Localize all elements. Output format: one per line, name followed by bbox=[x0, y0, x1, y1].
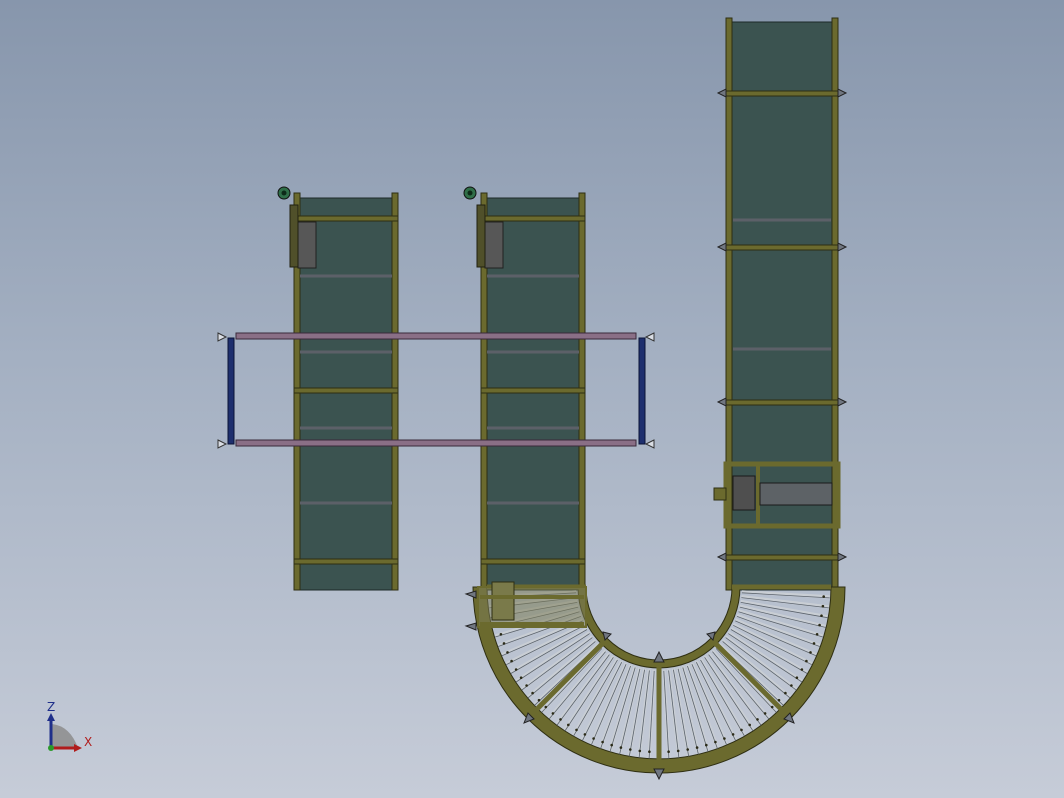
roller-end-dot bbox=[499, 633, 503, 636]
roller-end-dot bbox=[731, 733, 735, 736]
roller-end-dot bbox=[818, 623, 821, 627]
rod-bottom bbox=[235, 439, 637, 447]
roller-end-dot bbox=[815, 633, 819, 636]
connecting-rods bbox=[217, 332, 655, 449]
roller-end-dot bbox=[763, 712, 767, 715]
z-axis-label: Z bbox=[47, 700, 55, 714]
roller-end-dot bbox=[506, 651, 509, 654]
roller-end-dot bbox=[784, 691, 787, 695]
cad-viewport[interactable]: Z X bbox=[0, 0, 1064, 798]
roller-end-dot bbox=[790, 684, 793, 687]
roller-end-dot bbox=[559, 718, 562, 721]
roller-end-dot bbox=[667, 750, 670, 753]
roller-end-dot bbox=[740, 728, 743, 732]
middle-cross-bar-middle bbox=[480, 387, 586, 394]
roller-end-dot bbox=[537, 698, 541, 702]
roller-end-dot bbox=[777, 698, 781, 702]
roller-end-dot bbox=[592, 737, 595, 740]
roller-end-dot bbox=[812, 642, 816, 645]
curved-roller-conveyor bbox=[464, 581, 846, 781]
roller-end-dot bbox=[648, 750, 651, 753]
roller-end-dot bbox=[567, 723, 570, 727]
roller-end-dot bbox=[544, 705, 548, 709]
roller-end-dot bbox=[638, 749, 642, 753]
roller-end-dot bbox=[551, 712, 555, 715]
roller-end-dot bbox=[531, 691, 534, 695]
roller-end-dot bbox=[770, 705, 774, 709]
roller-end-dot bbox=[629, 748, 632, 751]
roller-end-dot bbox=[756, 718, 759, 721]
rod-top bbox=[235, 332, 637, 340]
roller bbox=[741, 590, 830, 599]
left-drive-housing bbox=[297, 221, 317, 269]
roller-end-dot bbox=[748, 723, 751, 727]
strut-right bbox=[638, 337, 646, 445]
left-belt-conveyor bbox=[277, 186, 399, 591]
right-belt-conveyor bbox=[713, 17, 848, 591]
roller-end-dot bbox=[820, 614, 823, 617]
roller-end-dot bbox=[525, 684, 528, 687]
roller-end-dot bbox=[686, 748, 689, 751]
left-cross-bar-bottom bbox=[293, 558, 399, 565]
strut-left bbox=[227, 337, 235, 445]
roller-end-dot bbox=[723, 737, 726, 740]
roller-end-dot bbox=[601, 740, 604, 744]
roller-end-dot bbox=[795, 676, 799, 679]
roller-end-dot bbox=[502, 642, 506, 645]
roller-end-dot bbox=[695, 746, 699, 749]
roller-end-dot bbox=[821, 604, 825, 608]
x-axis-arrow-icon bbox=[74, 744, 82, 752]
orientation-triad: Z X bbox=[47, 700, 92, 752]
z-axis-arrow-icon bbox=[47, 713, 55, 721]
roller-end-dot bbox=[714, 740, 717, 744]
roller-end-dot bbox=[610, 743, 613, 747]
middle-drive-bracket bbox=[476, 204, 486, 268]
roller-end-dot bbox=[575, 728, 578, 732]
roller-end-dot bbox=[805, 659, 808, 663]
x-axis-label: X bbox=[84, 735, 92, 749]
middle-cross-bar-top bbox=[480, 215, 586, 222]
left-cross-bar-top bbox=[293, 215, 399, 222]
roller-end-dot bbox=[519, 676, 523, 679]
conveyor-assembly-drawing bbox=[217, 17, 848, 781]
roller-end-dot bbox=[583, 733, 587, 736]
roller-end-dot bbox=[514, 668, 518, 671]
roller-end-dot bbox=[822, 595, 825, 598]
roller-end-dot bbox=[705, 743, 708, 747]
middle-drive-housing bbox=[484, 221, 504, 269]
roller-end-dot bbox=[800, 668, 804, 671]
left-cross-bar-middle bbox=[293, 387, 399, 394]
roller-end-dot bbox=[510, 659, 513, 663]
roller-end-dot bbox=[809, 651, 812, 654]
roller-end-dot bbox=[619, 746, 623, 749]
transfer-plate bbox=[477, 581, 587, 628]
rod-end-clamps bbox=[217, 332, 655, 449]
middle-belt-conveyor bbox=[463, 186, 586, 591]
roller-end-dot bbox=[676, 749, 680, 753]
left-drive-bracket bbox=[289, 204, 299, 268]
middle-cross-bar-bottom bbox=[480, 558, 586, 565]
